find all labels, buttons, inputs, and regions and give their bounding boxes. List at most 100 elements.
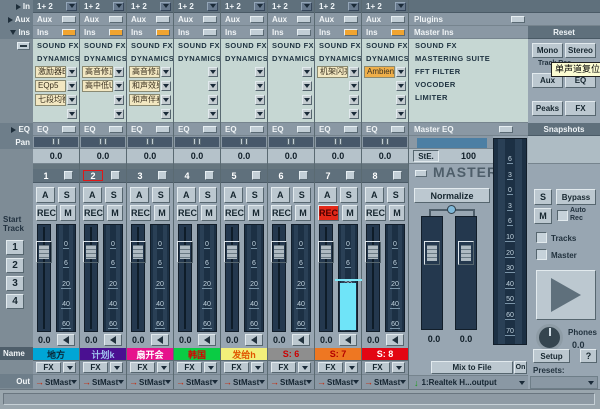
volume-fader-handle[interactable]: [130, 241, 146, 263]
channel-fx-dropdown[interactable]: [298, 362, 311, 373]
fx-slot-dropdown-button[interactable]: [67, 67, 77, 77]
setup-button[interactable]: Setup: [533, 349, 570, 363]
fx-slot-dropdown-button[interactable]: [349, 95, 359, 105]
channel-number-row[interactable]: 5: [221, 169, 267, 183]
master-fader-left[interactable]: [421, 216, 443, 330]
solo-button[interactable]: S: [387, 187, 406, 203]
arrange-button[interactable]: A: [36, 187, 55, 203]
start-track-button-3[interactable]: 3: [6, 276, 24, 291]
snapshots-list[interactable]: [528, 136, 600, 164]
eq-row[interactable]: EQ: [80, 123, 126, 136]
ins-indicator-button[interactable]: [391, 29, 405, 36]
arrange-button[interactable]: A: [130, 187, 149, 203]
fx-slot-dropdown-button[interactable]: [161, 109, 171, 119]
mute-button[interactable]: M: [154, 205, 170, 221]
record-button[interactable]: REC: [177, 205, 198, 221]
solo-button[interactable]: S: [340, 187, 359, 203]
record-button[interactable]: REC: [36, 205, 57, 221]
channel-name[interactable]: 计划k: [80, 348, 126, 361]
solo-button[interactable]: S: [152, 187, 171, 203]
fx-slot-value[interactable]: 机架闪亮: [317, 66, 348, 78]
input-select-row[interactable]: 1+ 2: [268, 0, 314, 13]
start-track-button-1[interactable]: 1: [6, 240, 24, 255]
channel-fx-button[interactable]: FX: [271, 362, 296, 373]
fx-slot-value[interactable]: Ambience: [364, 66, 395, 78]
channel-name[interactable]: 地方: [33, 348, 79, 361]
arrange-button[interactable]: A: [318, 187, 337, 203]
aux-row[interactable]: Aux: [33, 13, 79, 26]
channel-number-row[interactable]: 6: [268, 169, 314, 183]
fx-slot-dropdown-button[interactable]: [302, 95, 312, 105]
output-device-row[interactable]: ↓ 1:Realtek H...output: [409, 375, 528, 389]
fx-slot-dropdown-button[interactable]: [255, 95, 265, 105]
fx-slot-dropdown-button[interactable]: [208, 109, 218, 119]
fx-slot-dropdown-button[interactable]: [161, 95, 171, 105]
channel-number[interactable]: 5: [224, 170, 244, 181]
channel-fx-dropdown[interactable]: [110, 362, 123, 373]
fx-slot-dropdown-button[interactable]: [302, 109, 312, 119]
fx-slot-value[interactable]: 七段均衡: [35, 94, 66, 106]
master-fx-item[interactable]: MASTERING SUITE: [409, 52, 528, 65]
mute-button[interactable]: M: [60, 205, 76, 221]
ins-row[interactable]: Ins: [174, 26, 220, 39]
stereo-enhance-button[interactable]: StE.: [413, 150, 439, 162]
eq-row[interactable]: EQ: [315, 123, 361, 136]
mute-button[interactable]: M: [107, 205, 123, 221]
fx-slot-dropdown-button[interactable]: [349, 67, 359, 77]
sound-fx-label[interactable]: SOUND FX: [174, 39, 220, 52]
input-select-row[interactable]: 1+ 2: [33, 0, 79, 13]
sidebar-row-in[interactable]: In: [0, 0, 33, 13]
master-fx-item[interactable]: LIMITER: [409, 91, 528, 104]
fx-slot-dropdown-button[interactable]: [349, 109, 359, 119]
input-select-row[interactable]: 1+ 2: [174, 0, 220, 13]
master-fx-item[interactable]: FFT FILTER: [409, 65, 528, 78]
dynamics-label[interactable]: DYNAMICS: [268, 52, 314, 65]
channel-mini-button[interactable]: [299, 171, 308, 180]
channel-number-row[interactable]: 1: [33, 169, 79, 183]
channel-fx-dropdown[interactable]: [157, 362, 170, 373]
volume-fader-handle[interactable]: [318, 241, 334, 263]
aux-indicator-button[interactable]: [391, 16, 405, 23]
fx-slot-value[interactable]: 和声效果: [129, 80, 160, 92]
monitor-button[interactable]: [151, 334, 169, 346]
master-mute-button[interactable]: M: [534, 208, 552, 224]
dynamics-label[interactable]: DYNAMICS: [33, 52, 79, 65]
aux-row[interactable]: Aux: [268, 13, 314, 26]
solo-button[interactable]: S: [105, 187, 124, 203]
channel-output-row[interactable]: →StMast: [127, 375, 173, 389]
dynamics-label[interactable]: DYNAMICS: [221, 52, 267, 65]
dynamics-label[interactable]: DYNAMICS: [362, 52, 408, 65]
fader-handle[interactable]: [458, 241, 474, 265]
fx-slot-dropdown-button[interactable]: [255, 67, 265, 77]
channel-fx-dropdown[interactable]: [204, 362, 217, 373]
channel-output-row[interactable]: →StMast: [174, 375, 220, 389]
chevron-down-icon[interactable]: [519, 381, 525, 385]
fx-slot-dropdown-button[interactable]: [208, 95, 218, 105]
channel-mini-button[interactable]: [346, 171, 355, 180]
channel-output-row[interactable]: →StMast: [315, 375, 361, 389]
monitor-button[interactable]: [57, 334, 75, 346]
input-dropdown-button[interactable]: [113, 2, 124, 11]
channel-name[interactable]: S: 6: [268, 348, 314, 361]
eq-row[interactable]: EQ: [221, 123, 267, 136]
channel-mini-button[interactable]: [111, 171, 120, 180]
bypass-button[interactable]: Bypass: [556, 189, 596, 205]
eq-row[interactable]: EQ: [268, 123, 314, 136]
monitor-button[interactable]: [292, 334, 310, 346]
monitor-button[interactable]: [198, 334, 216, 346]
fx-slot-value[interactable]: 激励器B: [35, 66, 66, 78]
dynamics-label[interactable]: DYNAMICS: [80, 52, 126, 65]
sidebar-row-eq[interactable]: EQ: [0, 123, 33, 136]
channel-output-row[interactable]: →StMast: [268, 375, 314, 389]
ins-indicator-button[interactable]: [250, 29, 264, 36]
aux-indicator-button[interactable]: [203, 16, 217, 23]
eq-row[interactable]: EQ: [33, 123, 79, 136]
pan-handle[interactable]: [193, 138, 201, 145]
input-dropdown-button[interactable]: [254, 2, 265, 11]
ins-indicator-button[interactable]: [109, 29, 123, 36]
mute-button[interactable]: M: [389, 205, 405, 221]
start-track-button-2[interactable]: 2: [6, 258, 24, 273]
mute-button[interactable]: M: [248, 205, 264, 221]
fx-slot-value[interactable]: 高中低UI: [82, 80, 113, 92]
channel-number-row[interactable]: 8: [362, 169, 408, 183]
